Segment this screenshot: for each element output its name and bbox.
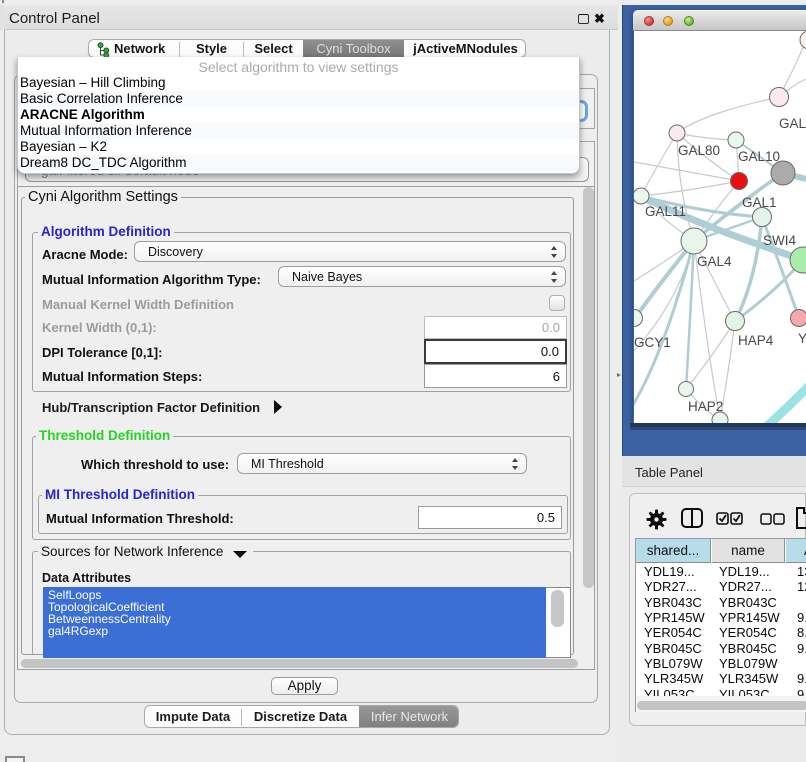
svg-text:GAL11: GAL11: [645, 204, 686, 219]
svg-text:GAL4: GAL4: [697, 254, 732, 269]
svg-text:SWI4: SWI4: [763, 233, 796, 248]
svg-text:GAL7: GAL7: [779, 116, 806, 131]
svg-text:HAP2: HAP2: [688, 399, 723, 414]
svg-text:HAP4: HAP4: [738, 333, 774, 348]
svg-text:GCY1: GCY1: [634, 335, 671, 350]
svg-text:Y: Y: [798, 331, 806, 346]
svg-text:GAL1: GAL1: [742, 195, 777, 210]
svg-text:GAL10: GAL10: [738, 149, 780, 164]
svg-text:GAL80: GAL80: [678, 143, 720, 158]
